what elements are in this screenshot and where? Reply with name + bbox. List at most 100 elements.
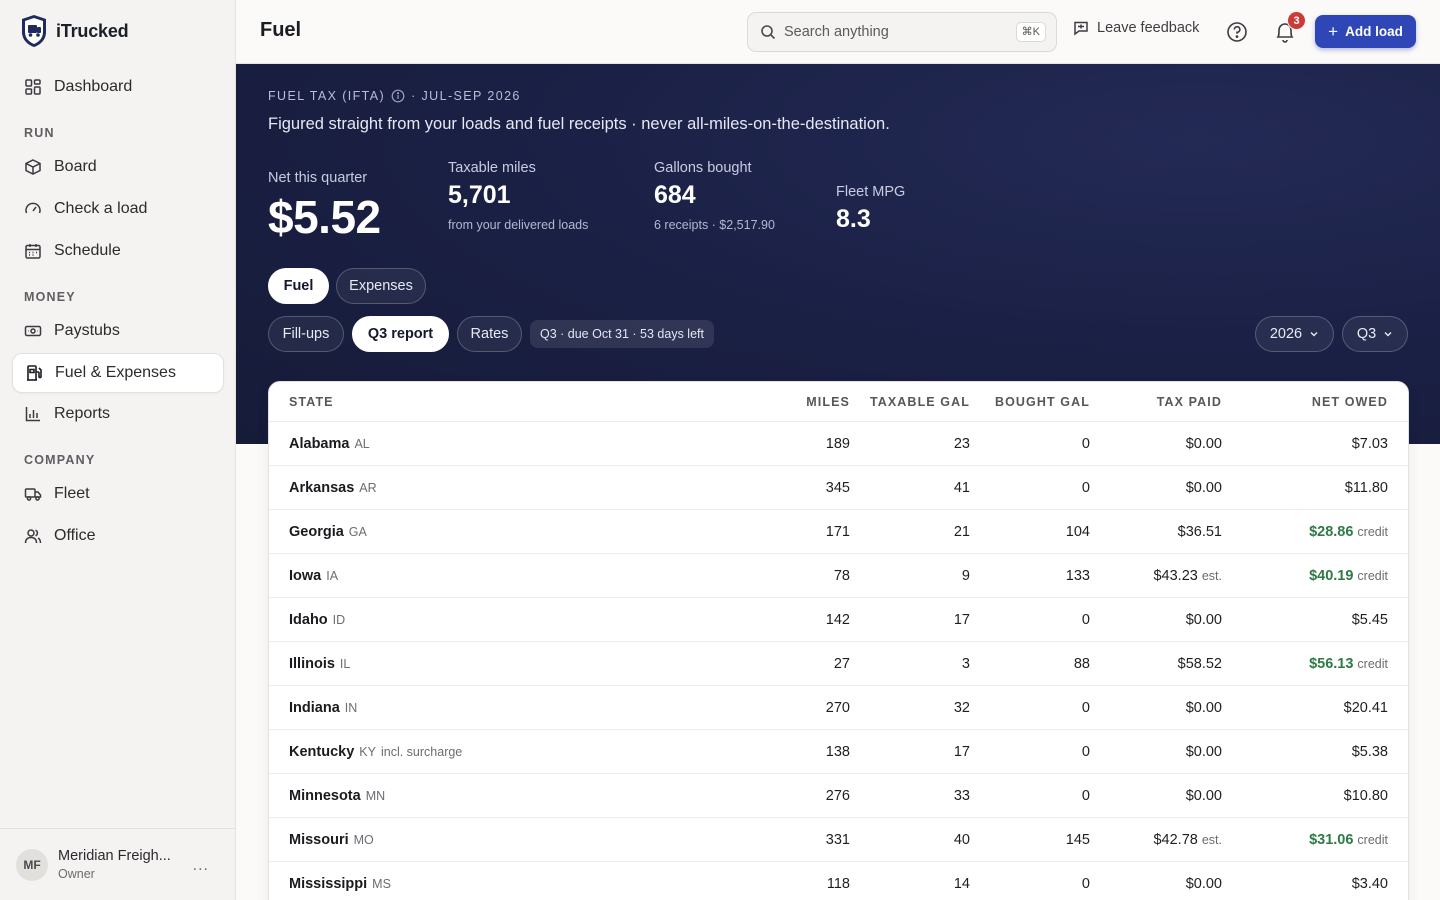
column-header-net-owed[interactable]: NET OWED [1312, 395, 1388, 409]
credit-tag: credit [1357, 569, 1388, 583]
state-cell: Iowa IA [289, 568, 338, 584]
sidebar-item-fleet[interactable]: Fleet [12, 474, 224, 514]
net-owed-cell: $7.03 [1352, 436, 1388, 452]
stat-label: Taxable miles [448, 160, 536, 176]
subtab-rates[interactable]: Rates [457, 316, 522, 352]
search-input[interactable] [784, 24, 1004, 40]
table-row[interactable]: Idaho ID 142 17 0 $0.00 $5.45 [269, 598, 1408, 642]
sidebar-item-dashboard[interactable]: Dashboard [12, 67, 224, 107]
year-select[interactable]: 2026 [1255, 316, 1334, 352]
tab-expenses[interactable]: Expenses [336, 268, 426, 304]
taxable-gal-cell: 41 [953, 480, 970, 496]
taxable-gal-cell: 17 [953, 612, 970, 628]
state-name: Georgia [289, 524, 344, 540]
state-abbr: IN [344, 701, 358, 715]
leave-feedback-button[interactable]: Leave feedback [1073, 20, 1199, 36]
state-cell: Mississippi MS [289, 876, 391, 892]
tax-paid-note: est. [1201, 569, 1222, 583]
hero-period: · JUL-SEP 2026 [411, 89, 521, 103]
taxable-gal-cell: 17 [953, 744, 970, 760]
state-note: incl. surcharge [380, 745, 463, 759]
plus-icon: + [1328, 22, 1339, 41]
stat-footnote: from your delivered loads [448, 218, 589, 232]
table-row[interactable]: Alabama AL 189 23 0 $0.00 $7.03 [269, 422, 1408, 466]
miles-cell: 189 [825, 436, 850, 452]
table-row[interactable]: Arkansas AR 345 41 0 $0.00 $11.80 [269, 466, 1408, 510]
bought-gal-cell: 0 [1081, 480, 1090, 496]
tax-paid-cell: $0.00 [1186, 436, 1222, 452]
column-header-miles[interactable]: MILES [806, 395, 850, 409]
fuel-pump-icon [27, 365, 42, 381]
bought-gal-cell: 0 [1081, 876, 1090, 892]
state-name: Alabama [289, 436, 350, 452]
net-owed-cell: $10.80 [1344, 788, 1388, 804]
column-header-taxable-gal[interactable]: TAXABLE GAL [870, 395, 970, 409]
tax-paid-value: $36.51 [1177, 524, 1222, 540]
table-row[interactable]: Iowa IA 78 9 133 $43.23 est. $40.19 credit [269, 554, 1408, 598]
bought-gal-cell: 88 [1073, 656, 1090, 672]
box-icon [25, 159, 41, 175]
column-header-state[interactable]: STATE [289, 395, 334, 409]
sidebar: iTrucked Dashboard RUN Board Check a loa… [0, 0, 236, 900]
sidebar-item-paystubs[interactable]: Paystubs [12, 311, 224, 351]
itrucked-logo-icon [22, 15, 46, 47]
tax-paid-cell: $58.52 [1178, 656, 1222, 672]
credit-tag: credit [1357, 833, 1388, 847]
table-row[interactable]: Indiana IN 270 32 0 $0.00 $20.41 [269, 686, 1408, 730]
gauge-icon [25, 202, 41, 214]
tax-paid-value: $0.00 [1185, 876, 1222, 892]
state-abbr: MS [372, 877, 391, 891]
sidebar-item-label: Fuel & Expenses [55, 364, 176, 381]
sidebar-item-board[interactable]: Board [12, 147, 224, 187]
table-header: STATE MILES TAXABLE GAL BOUGHT GAL TAX P… [269, 382, 1408, 422]
help-icon[interactable] [1226, 21, 1248, 43]
state-abbr: KY [359, 745, 376, 759]
sidebar-item-check-load[interactable]: Check a load [12, 189, 224, 229]
add-load-button[interactable]: + Add load [1315, 15, 1416, 48]
state-name: Mississippi [289, 876, 368, 892]
sidebar-item-fuel-expenses[interactable]: Fuel & Expenses [12, 353, 224, 393]
add-load-label: Add load [1345, 24, 1403, 39]
column-header-bought-gal[interactable]: BOUGHT GAL [995, 395, 1090, 409]
state-cell: Arkansas AR [289, 480, 377, 496]
tax-paid-cell: $0.00 [1186, 788, 1222, 804]
state-name: Illinois [289, 656, 335, 672]
sidebar-item-schedule[interactable]: Schedule [12, 231, 224, 271]
info-icon[interactable] [391, 89, 405, 103]
miles-cell: 276 [825, 788, 850, 804]
search-box[interactable]: ⌘K [747, 12, 1057, 52]
brand[interactable]: iTrucked [20, 14, 129, 48]
stat-label: Gallons bought [654, 160, 752, 176]
tax-paid-value: $0.00 [1185, 436, 1222, 452]
sidebar-item-reports[interactable]: Reports [12, 394, 224, 434]
table-row[interactable]: Georgia GA 171 21 104 $36.51 $28.86 credit [269, 510, 1408, 554]
subtab-fillups[interactable]: Fill-ups [268, 316, 344, 352]
table-row[interactable]: Illinois IL 27 3 88 $58.52 $56.13 credit [269, 642, 1408, 686]
nav-section-money: MONEY [24, 290, 76, 304]
column-header-tax-paid[interactable]: TAX PAID [1157, 395, 1222, 409]
stat-fleet-mpg: Fleet MPG 8.3 [836, 184, 905, 234]
sidebar-item-office[interactable]: Office [12, 516, 224, 556]
stat-value: 8.3 [836, 205, 871, 233]
table-row[interactable]: Missouri MO 331 40 145 $42.78 est. $31.06 credit [269, 818, 1408, 862]
tab-fuel[interactable]: Fuel [268, 268, 329, 304]
user-name: Meridian Freigh... [58, 848, 171, 864]
table-row[interactable]: Kentucky KY incl. surcharge 138 17 0 $0.00 $5.3… [269, 730, 1408, 774]
state-cell: Idaho ID [289, 612, 345, 628]
state-name: Iowa [289, 568, 322, 584]
dashboard-icon [25, 79, 41, 95]
state-abbr: GA [348, 525, 367, 539]
brand-name: iTrucked [56, 20, 129, 41]
subtab-q3-report[interactable]: Q3 report [352, 316, 449, 352]
state-name: Missouri [289, 832, 349, 848]
state-name: Arkansas [289, 480, 355, 496]
quarter-select[interactable]: Q3 [1342, 316, 1408, 352]
tax-paid-value: $0.00 [1185, 612, 1222, 628]
message-square-icon [1074, 21, 1088, 36]
table-row[interactable]: Minnesota MN 276 33 0 $0.00 $10.80 [269, 774, 1408, 818]
more-options-icon[interactable]: ... [193, 857, 209, 875]
table-row[interactable]: Mississippi MS 118 14 0 $0.00 $3.40 [269, 862, 1408, 900]
user-card[interactable]: MF Meridian Freigh... Owner ... [0, 828, 235, 900]
avatar: MF [16, 848, 48, 881]
state-abbr: IA [326, 569, 339, 583]
